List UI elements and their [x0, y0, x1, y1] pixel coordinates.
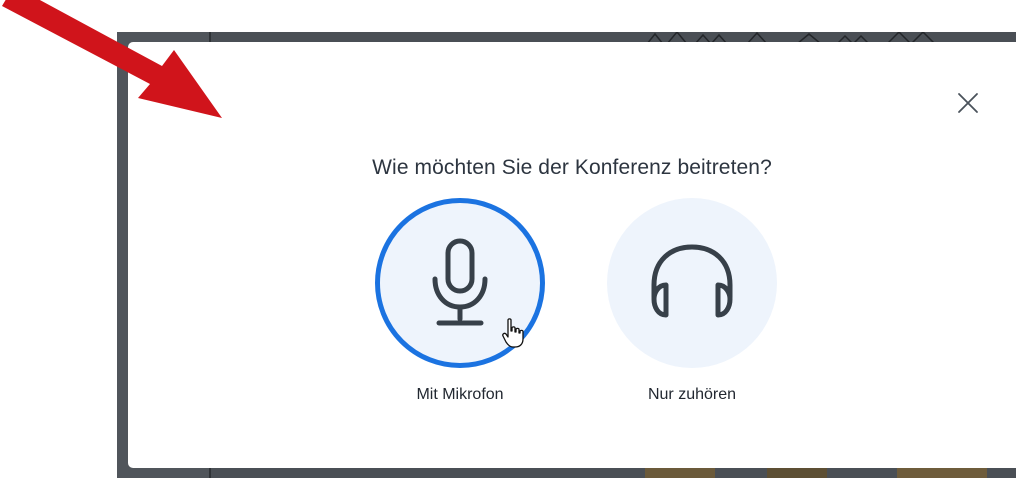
- screen: Wie möchten Sie der Konferenz beitreten?…: [0, 0, 1016, 478]
- listen-only-button[interactable]: Nur zuhören: [606, 198, 778, 404]
- backdrop-decoration-bottom: [645, 468, 987, 478]
- annotation-arrow-icon: [2, 0, 222, 118]
- hand-cursor-icon: [502, 318, 524, 348]
- listen-only-option-label: Nur zuhören: [647, 386, 737, 403]
- microphone-icon: [432, 238, 488, 326]
- listen-only-option-circle[interactable]: [607, 198, 777, 368]
- microphone-option-label: Mit Mikrofon: [416, 386, 504, 403]
- join-audio-modal: Wie möchten Sie der Konferenz beitreten?…: [128, 42, 1016, 468]
- close-button[interactable]: [952, 87, 984, 119]
- headphones-icon: [651, 244, 733, 318]
- close-icon: [958, 93, 978, 113]
- join-with-microphone-button[interactable]: Mit Mikrofon: [374, 198, 546, 404]
- modal-title: Wie möchten Sie der Konferenz beitreten?: [372, 156, 772, 179]
